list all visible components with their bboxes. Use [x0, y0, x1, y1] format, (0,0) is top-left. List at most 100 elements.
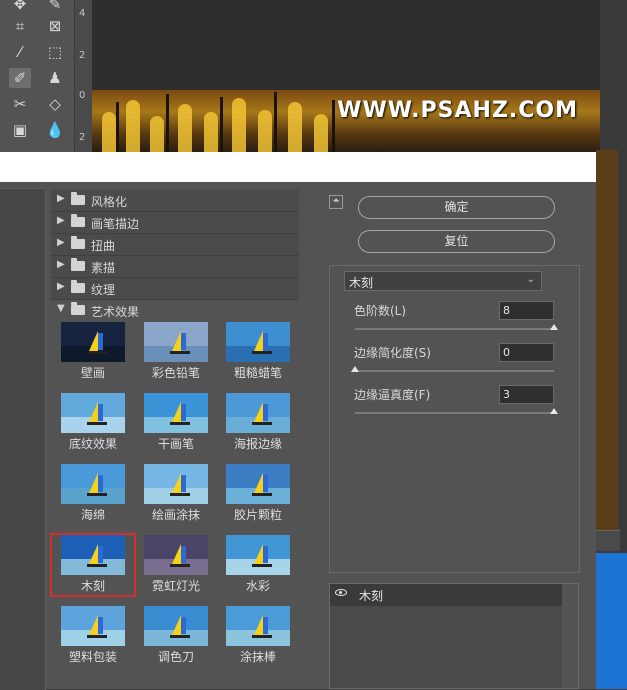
tools-panel: ✥ ✎ ⌗ ⊠ ⁄ ⬚ ✐ ♟ ✂ ◇ ▣ 💧	[0, 0, 74, 152]
canvas-background	[92, 0, 600, 90]
param-input-edge-fidelity[interactable]: 3	[499, 385, 554, 404]
filter-thumbnail[interactable]: 海报边缘	[226, 393, 290, 451]
filter-thumbnail[interactable]: 绘画涂抹	[144, 464, 208, 522]
folder-icon	[71, 280, 85, 293]
category-label: 风格化	[91, 195, 128, 209]
category-distort[interactable]: ▶ 扭曲	[51, 234, 299, 256]
thumbnail-image	[226, 535, 290, 575]
filter-select[interactable]: 木刻 ⌄	[344, 271, 542, 291]
slider-knob[interactable]	[550, 324, 558, 330]
triangle-right-icon: ▶	[57, 193, 65, 204]
thumbnail-label: 调色刀	[157, 650, 194, 664]
category-label: 艺术效果	[91, 305, 140, 319]
filter-thumbnail[interactable]: 粗糙蜡笔	[226, 322, 290, 380]
thumbnail-image	[144, 464, 208, 504]
thumbnail-label: 海报边缘	[233, 437, 282, 451]
category-label: 画笔描边	[91, 217, 140, 231]
canvas-image: WWW.PSAHZ.COM	[92, 90, 600, 152]
thumbnail-label: 壁画	[80, 366, 105, 380]
category-brush-strokes[interactable]: ▶ 画笔描边	[51, 212, 299, 234]
thumbnail-image	[61, 606, 125, 646]
reset-button[interactable]: 复位	[358, 230, 555, 253]
eye-icon[interactable]	[335, 589, 347, 596]
folder-icon	[71, 192, 85, 205]
category-texture[interactable]: ▶ 纹理	[51, 278, 299, 300]
filter-thumbnail[interactable]: 胶片颗粒	[226, 464, 290, 522]
ok-button[interactable]: 确定	[358, 196, 555, 219]
thumbnail-image	[226, 464, 290, 504]
ruler-number: 2	[79, 50, 86, 61]
category-label: 素描	[91, 261, 116, 275]
filter-thumbnail[interactable]: 海绵	[61, 464, 125, 522]
slider-track[interactable]	[355, 412, 554, 414]
thumbnail-image	[144, 322, 208, 362]
marquee-icon[interactable]: ⬚	[44, 42, 66, 62]
thumbnail-image	[61, 464, 125, 504]
frame-icon[interactable]: ⊠	[44, 16, 66, 36]
thumbnail-label: 海绵	[80, 508, 105, 522]
ruler-number: 4	[79, 8, 86, 19]
thumbnail-image	[144, 393, 208, 433]
thumbnail-image	[226, 606, 290, 646]
filter-thumbnail[interactable]: 涂抹棒	[226, 606, 290, 664]
stamp-icon[interactable]: ♟	[44, 68, 66, 88]
thumbnail-label: 胶片颗粒	[233, 508, 282, 522]
triangle-right-icon: ▶	[57, 259, 65, 270]
param-label: 边缘逼真度(F)	[354, 388, 431, 402]
triangle-right-icon: ▶	[57, 281, 65, 292]
thumbnail-image	[61, 322, 125, 362]
preview-pane	[0, 188, 46, 690]
layer-scrollbar[interactable]	[562, 584, 578, 688]
folder-icon	[71, 236, 85, 249]
canvas-edge	[596, 150, 618, 550]
filter-thumbnail[interactable]: 塑料包装	[61, 606, 125, 664]
pen-icon[interactable]: ✎	[44, 0, 66, 14]
blur-icon[interactable]: 💧	[44, 120, 66, 140]
param-label: 色阶数(L)	[354, 304, 407, 318]
folder-icon	[71, 302, 85, 315]
effect-layer-row[interactable]: 木刻	[330, 584, 562, 606]
thumbnail-image	[144, 606, 208, 646]
filter-thumbnail[interactable]: 调色刀	[144, 606, 208, 664]
gradient-icon[interactable]: ▣	[9, 120, 31, 140]
selected-filter-highlight	[50, 533, 136, 597]
thumbnail-label: 底纹效果	[68, 437, 117, 451]
category-sketch[interactable]: ▶ 素描	[51, 256, 299, 278]
slider-knob[interactable]	[351, 366, 359, 372]
param-input-levels[interactable]: 8	[499, 301, 554, 320]
eyedropper-icon[interactable]: ⁄	[9, 42, 31, 62]
brush-icon[interactable]: ✐	[9, 68, 31, 88]
ruler-number: 0	[79, 90, 86, 101]
filter-thumbnail[interactable]: 霓虹灯光	[144, 535, 208, 593]
thumbnail-image	[61, 393, 125, 433]
thumbnail-image	[226, 393, 290, 433]
thumbnail-label: 彩色铅笔	[151, 366, 200, 380]
thumbnail-label: 水彩	[245, 579, 270, 593]
crop-icon[interactable]: ⌗	[9, 16, 31, 36]
scrollbar[interactable]	[596, 530, 620, 551]
vertical-ruler: 4 2 0 2	[74, 0, 93, 152]
slider-knob[interactable]	[550, 408, 558, 414]
watermark-text: WWW.PSAHZ.COM	[337, 98, 578, 123]
filter-thumbnail[interactable]: 壁画	[61, 322, 125, 380]
move-icon[interactable]: ✥	[9, 0, 31, 14]
category-artistic[interactable]: ▼ 艺术效果	[51, 300, 299, 321]
folder-icon	[71, 258, 85, 271]
filter-thumbnail[interactable]: 干画笔	[144, 393, 208, 451]
filter-thumbnail[interactable]: 彩色铅笔	[144, 322, 208, 380]
eraser-icon[interactable]: ◇	[44, 94, 66, 114]
filter-thumbnail[interactable]: 底纹效果	[61, 393, 125, 451]
triangle-down-icon: ▼	[57, 303, 65, 314]
thumbnail-label: 绘画涂抹	[151, 508, 200, 522]
healing-icon[interactable]: ✂	[9, 94, 31, 114]
thumbnail-label: 塑料包装	[68, 650, 117, 664]
category-label: 扭曲	[91, 239, 116, 253]
collapse-icon[interactable]: ⏶	[329, 195, 343, 209]
slider-track[interactable]	[355, 370, 554, 372]
slider-track[interactable]	[355, 328, 554, 330]
category-stylize[interactable]: ▶ 风格化	[51, 190, 299, 212]
param-input-edge-simplicity[interactable]: 0	[499, 343, 554, 362]
folder-icon	[71, 214, 85, 227]
thumbnail-label: 粗糙蜡笔	[233, 366, 282, 380]
filter-thumbnail[interactable]: 水彩	[226, 535, 290, 593]
